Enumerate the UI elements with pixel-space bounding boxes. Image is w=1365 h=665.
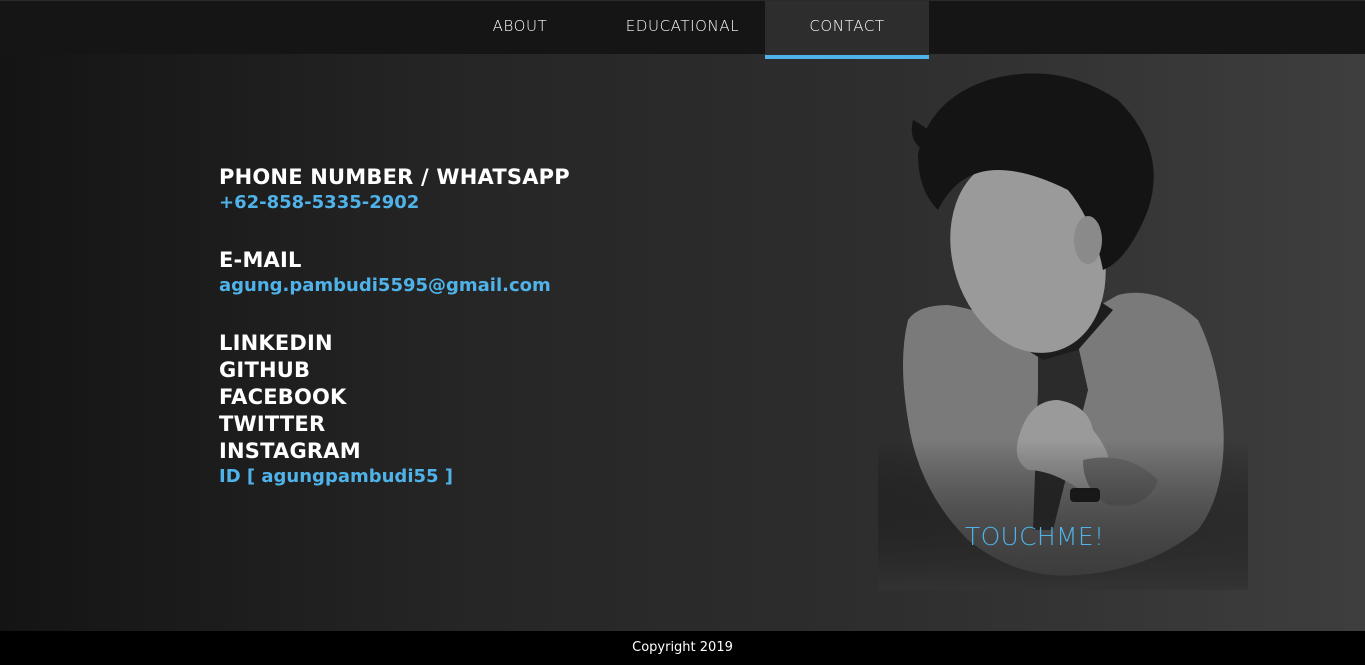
phone-value[interactable]: +62-858-5335-2902 bbox=[219, 191, 570, 215]
email-value[interactable]: agung.pambudi5595@gmail.com bbox=[219, 274, 570, 298]
copyright-text: Copyright 2019 bbox=[632, 640, 733, 655]
instagram-link[interactable]: INSTAGRAM bbox=[219, 438, 570, 465]
social-id: ID [ agungpambudi55 ] bbox=[219, 466, 454, 487]
nav-contact-active[interactable]: CONTACT bbox=[765, 1, 929, 59]
nav-educational[interactable]: EDUCATIONAL bbox=[600, 1, 765, 55]
footer: Copyright 2019 bbox=[0, 631, 1365, 665]
contact-info: PHONE NUMBER / WHATSAPP +62-858-5335-290… bbox=[219, 164, 570, 489]
linkedin-link[interactable]: LINKEDIN bbox=[219, 330, 570, 357]
touchme-label[interactable]: TOUCHME! bbox=[965, 522, 1104, 551]
contact-page: ABOUT EDUCATIONAL CONTACT PHONE NUMBER /… bbox=[0, 0, 1365, 665]
github-link[interactable]: GITHUB bbox=[219, 357, 570, 384]
nav-about[interactable]: ABOUT bbox=[465, 1, 575, 55]
twitter-link[interactable]: TWITTER bbox=[219, 411, 570, 438]
facebook-link[interactable]: FACEBOOK bbox=[219, 384, 570, 411]
profile-photo[interactable] bbox=[878, 60, 1248, 590]
top-navbar: ABOUT EDUCATIONAL CONTACT bbox=[0, 0, 1365, 59]
phone-heading: PHONE NUMBER / WHATSAPP bbox=[219, 165, 570, 189]
email-heading: E-MAIL bbox=[219, 248, 302, 272]
